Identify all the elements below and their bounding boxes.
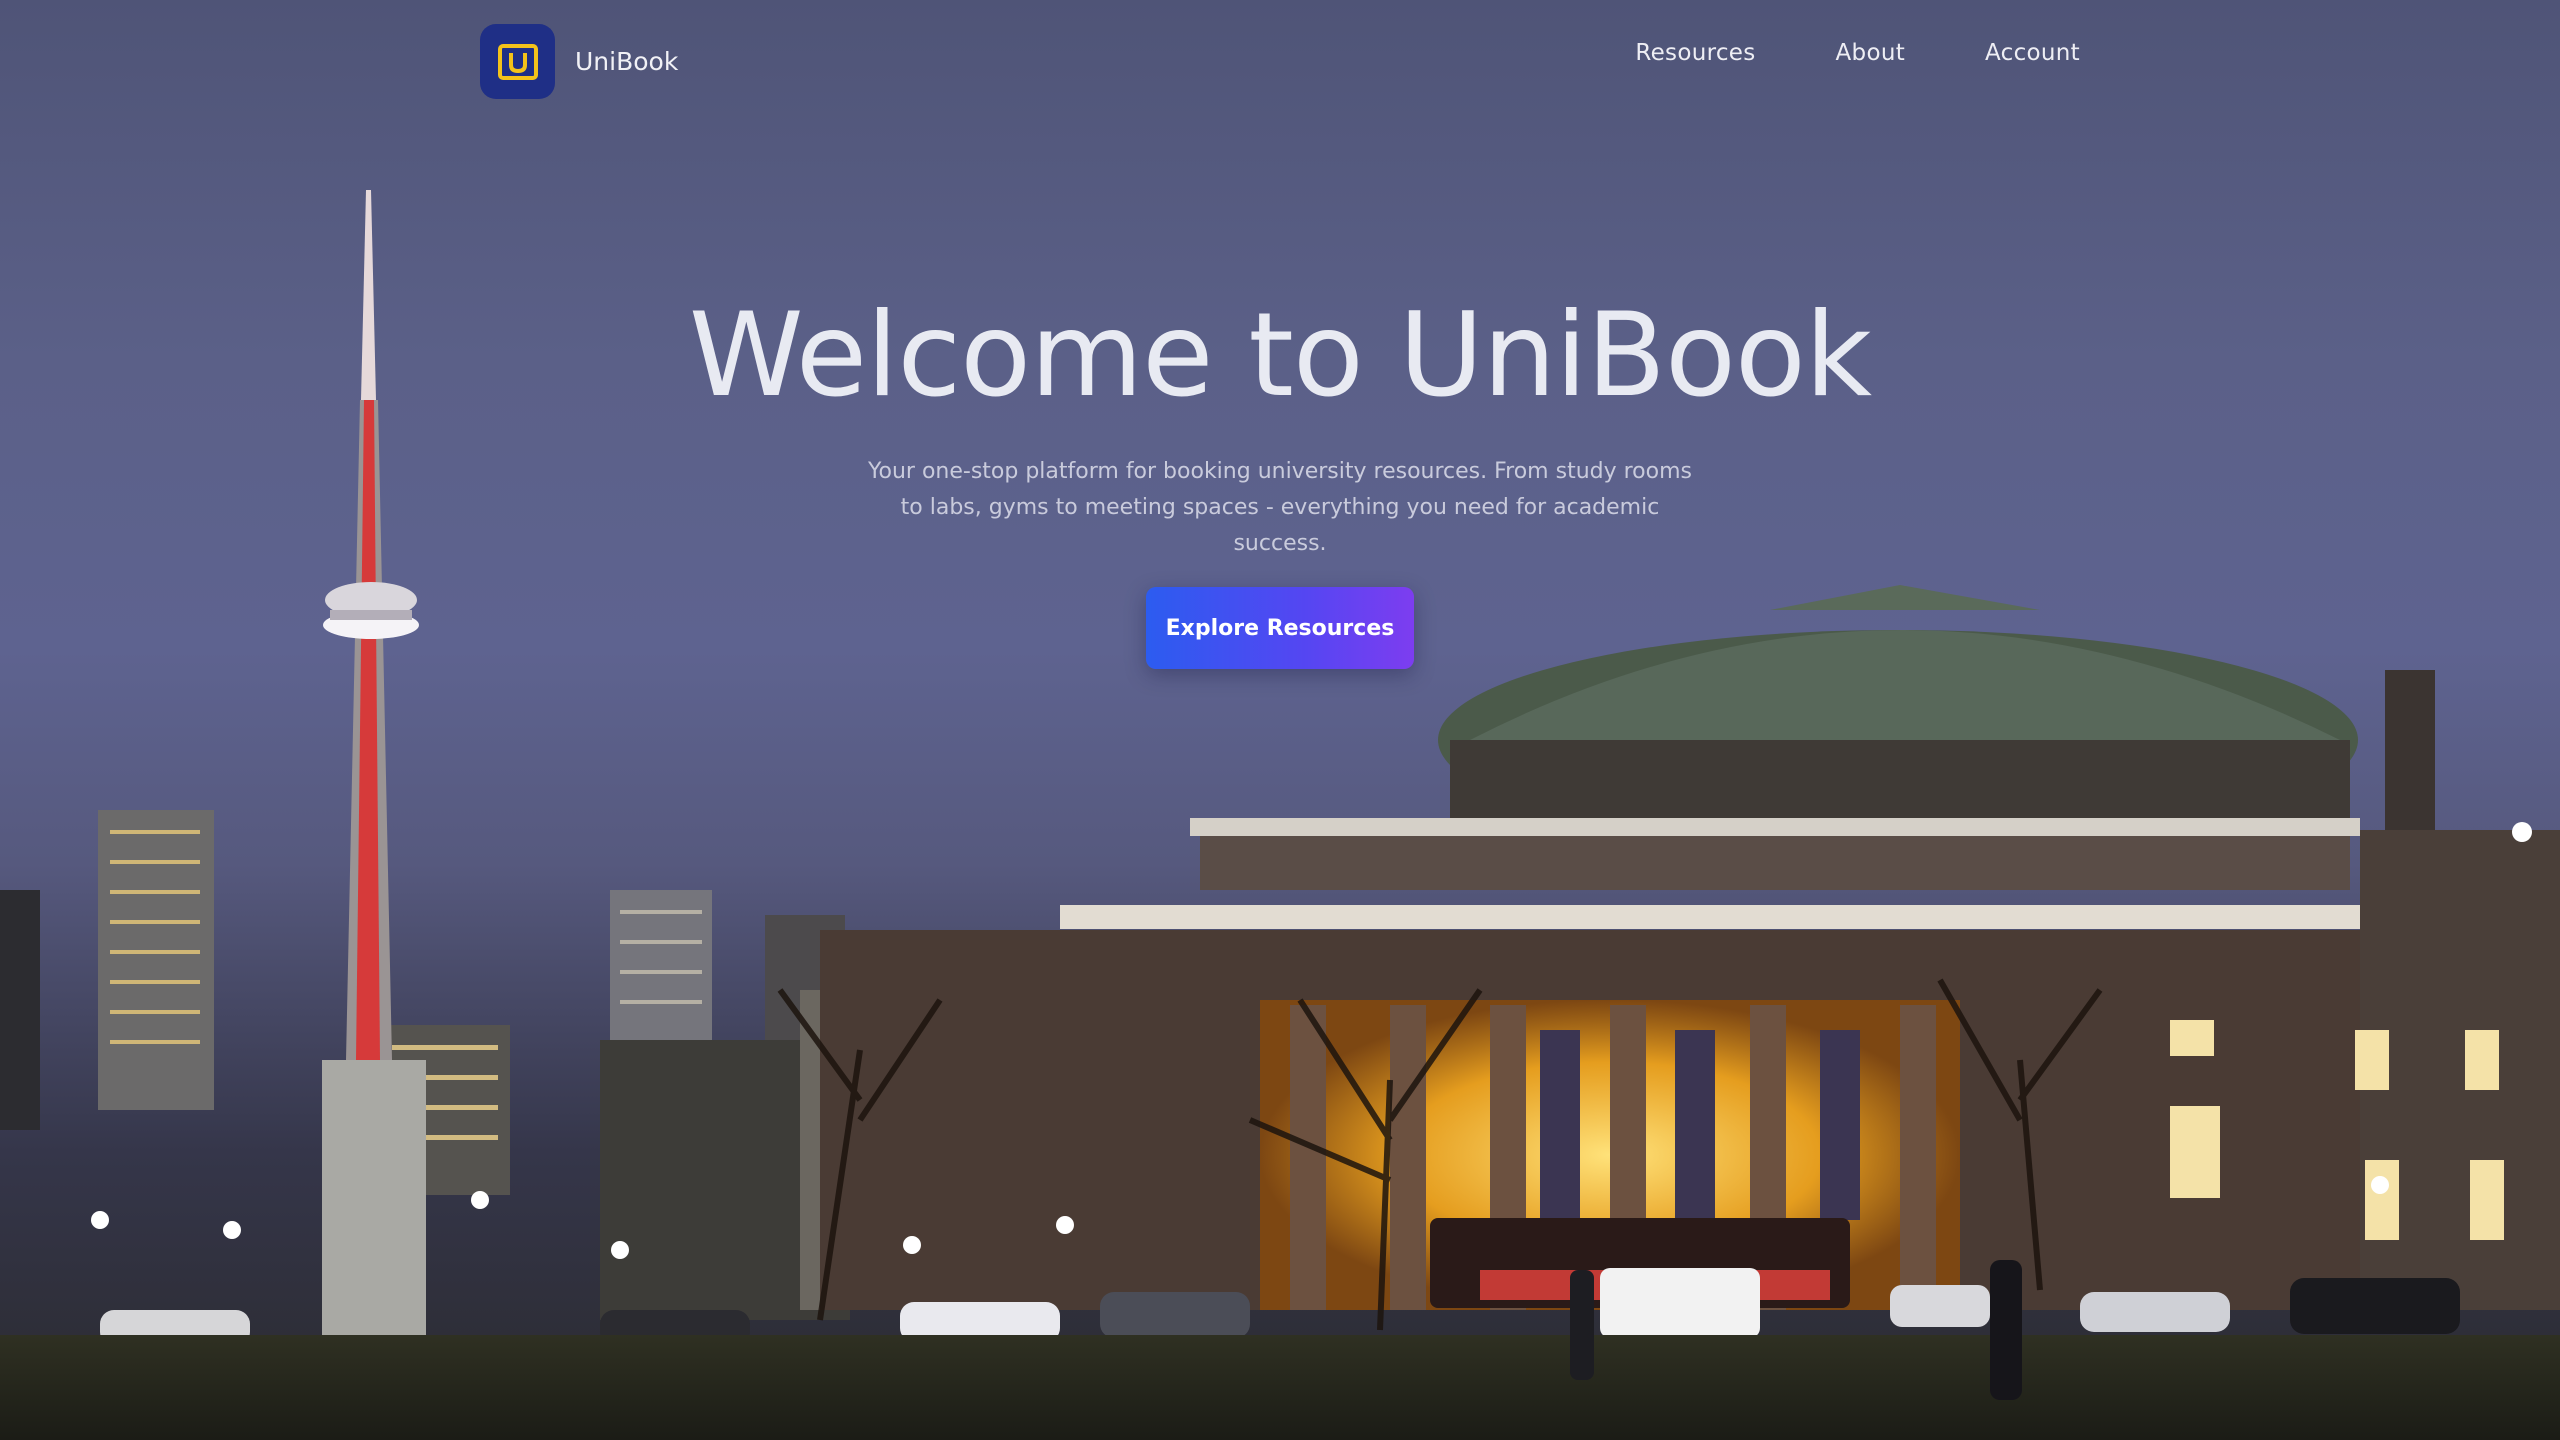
explore-resources-button[interactable]: Explore Resources <box>1146 587 1414 669</box>
brand[interactable]: UniBook <box>480 24 678 99</box>
hero-section: UniBook Resources About Account Welcome … <box>0 0 2560 1440</box>
top-navbar: UniBook Resources About Account <box>0 0 2560 124</box>
nav-link-about[interactable]: About <box>1836 40 1906 66</box>
hero-subtitle: Your one-stop platform for booking unive… <box>868 459 1692 556</box>
nav-link-resources[interactable]: Resources <box>1635 40 1755 66</box>
nav-links: Resources About Account <box>1635 40 2080 66</box>
hero-title: Welcome to UniBook <box>688 288 1872 423</box>
nav-link-account[interactable]: Account <box>1985 40 2080 66</box>
unibook-logo-icon[interactable] <box>480 24 555 99</box>
brand-name[interactable]: UniBook <box>575 47 678 76</box>
campus-background-image <box>0 190 2560 1440</box>
